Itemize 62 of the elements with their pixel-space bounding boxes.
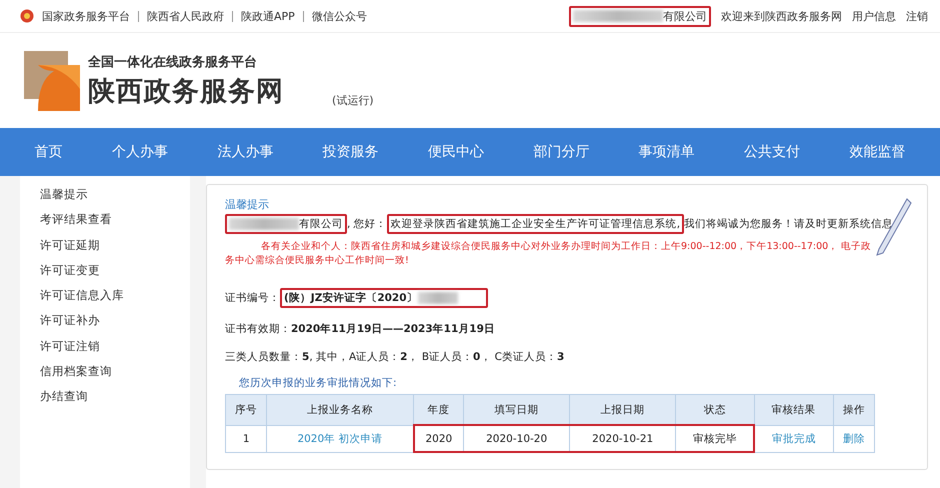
sidebar-item[interactable]: 许可证延期 — [40, 232, 190, 258]
nav-item[interactable]: 便民中心 — [424, 137, 488, 167]
nav-item[interactable]: 法人办事 — [213, 137, 278, 167]
staff-count-text: 三类人员数量：5, 其中，A证人员：2， B证人员：0， C类证人员：3 — [225, 350, 564, 364]
cell-text: 2020 — [425, 432, 452, 444]
field-label: 证书有效期： — [225, 322, 291, 336]
column-header: 操作 — [833, 394, 874, 425]
cell-text: 2020-10-20 — [486, 432, 548, 444]
nav-item[interactable]: 事项清单 — [634, 137, 699, 167]
history-title: 您历次申报的业务审批情况如下: — [239, 376, 398, 390]
column-header: 审核结果 — [754, 394, 834, 425]
table-link[interactable]: 删除 — [842, 432, 865, 444]
top-link[interactable]: 国家政务服务平台 — [42, 8, 130, 24]
sidebar-item[interactable]: 许可证补办 — [40, 308, 190, 334]
top-link[interactable]: 陕西省人民政府 — [147, 8, 224, 24]
cell-text: 1 — [242, 432, 250, 444]
company-name: 有限公司 — [299, 217, 343, 231]
top-link[interactable]: 陕政通APP — [241, 8, 295, 24]
pen-icon — [873, 197, 913, 257]
cell-text: 2020-10-21 — [592, 432, 654, 444]
welcome-text: 欢迎登录陕西省建筑施工企业安全生产许可证管理信息系统, — [390, 217, 680, 231]
notice-title: 温馨提示 — [225, 197, 270, 212]
site-name: 陕西政务服务网 — [88, 74, 284, 108]
sidebar-item[interactable]: 考评结果查看 — [40, 207, 190, 233]
field-label: 证书编号： — [225, 291, 280, 305]
office-hours-notice: 各有关企业和个人：陕西省住房和城乡建设综合便民服务中心对外业务办理时间为工作日：上午9:00--12:00，下午13:00--17:00， 电子政务中心需综合便民服务中心工作时间一致! — [225, 240, 872, 268]
top-link[interactable]: 微信公众号 — [312, 8, 367, 24]
sidebar-item[interactable]: 许可证注销 — [40, 334, 190, 360]
logo-icon — [24, 50, 80, 110]
column-header: 年度 — [414, 394, 464, 425]
sidebar-item[interactable]: 办结查询 — [40, 384, 190, 410]
table-link[interactable]: 审批完成 — [772, 432, 816, 444]
sidebar-item[interactable]: 信用档案查询 — [40, 359, 190, 384]
nav-item[interactable]: 公共支付 — [740, 137, 804, 167]
welcome-text: 欢迎来到陕西政务服务网 — [721, 8, 842, 24]
sidebar-item[interactable]: 温馨提示 — [40, 182, 190, 208]
nav-item[interactable]: 效能监督 — [845, 137, 910, 167]
company-name: 有限公司 — [663, 8, 707, 24]
table-link[interactable]: 2020年 初次申请 — [297, 432, 382, 444]
tagline: 全国一体化在线政务服务平台 — [88, 54, 258, 70]
nav-item[interactable]: 部门分厅 — [529, 137, 594, 167]
column-header: 填写日期 — [464, 394, 570, 425]
certificate-number: (陕）JZ安许证字〔2020〕 — [284, 291, 418, 305]
column-header: 序号 — [226, 394, 267, 425]
column-header: 上报业务名称 — [266, 394, 414, 425]
blurred-text — [229, 218, 299, 230]
column-header: 状态 — [676, 394, 754, 425]
cell-text: 审核完毕 — [692, 432, 737, 444]
sidebar-item[interactable]: 许可证变更 — [40, 258, 190, 284]
nav-item[interactable]: 首页 — [30, 137, 67, 167]
user-link[interactable]: 注销 — [906, 8, 928, 24]
validity-dates: 2020年11月19日——2023年11月19日 — [291, 322, 495, 336]
greeting-text: , 您好： — [347, 217, 387, 231]
column-header: 上报日期 — [570, 394, 676, 425]
nav-item[interactable]: 个人办事 — [108, 137, 172, 167]
blurred-text — [418, 292, 458, 304]
nav-item[interactable]: 投资服务 — [318, 137, 383, 167]
emblem-icon — [20, 9, 34, 23]
service-text: 我们将竭诚为您服务！请及时更新系统信息 — [684, 217, 894, 231]
user-link[interactable]: 用户信息 — [852, 8, 896, 24]
trial-label: (试运行) — [332, 93, 374, 108]
sidebar-item[interactable]: 许可证信息入库 — [40, 283, 190, 308]
